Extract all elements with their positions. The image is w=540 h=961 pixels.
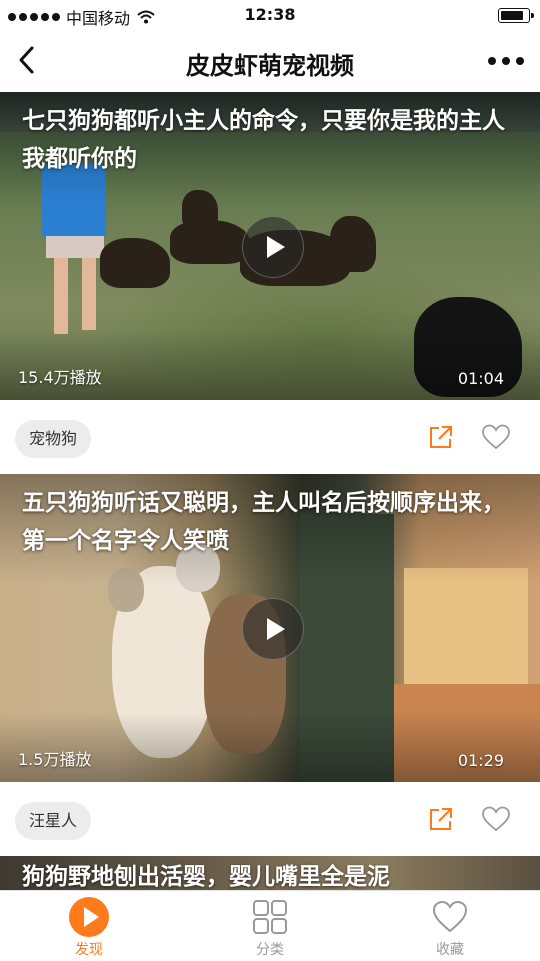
person-legs [54, 252, 68, 334]
page-title: 皮皮虾萌宠视频 [186, 52, 354, 80]
play-circle-icon [69, 897, 109, 937]
video-meta-row: 汪星人 [0, 782, 540, 856]
dog-figure [100, 238, 170, 288]
heart-icon[interactable] [482, 806, 510, 832]
video-card[interactable]: 七只狗狗都听小主人的命令，只要你是我的主人我都听你的 15.4万播放 01:04 [0, 92, 540, 400]
status-bar: 中国移动 12:38 [0, 0, 540, 30]
battery-icon [498, 8, 534, 23]
heart-icon[interactable] [482, 424, 510, 450]
video-title[interactable]: 五只狗狗听话又聪明，主人叫名后按顺序出来，第一个名字令人笑喷 [22, 484, 520, 560]
status-time: 12:38 [244, 5, 296, 24]
play-button[interactable] [242, 598, 304, 660]
play-count: 1.5万播放 [18, 750, 92, 769]
heart-icon [432, 900, 468, 933]
tab-bar: 发现 分类 收藏 [0, 890, 540, 961]
video-duration: 01:29 [457, 751, 504, 770]
video-duration: 01:04 [457, 369, 504, 388]
tab-label: 分类 [256, 942, 284, 958]
play-button[interactable] [242, 216, 304, 278]
category-tag[interactable]: 汪星人 [15, 802, 92, 840]
grid-icon [253, 900, 287, 934]
more-options-button[interactable] [488, 57, 524, 65]
tab-label: 发现 [75, 942, 103, 958]
tab-favorites[interactable]: 收藏 [390, 897, 510, 959]
person-legs [82, 252, 96, 330]
tab-label: 收藏 [436, 942, 464, 958]
video-card[interactable]: 五只狗狗听话又聪明，主人叫名后按顺序出来，第一个名字令人笑喷 1.5万播放 01… [0, 474, 540, 782]
share-icon[interactable] [428, 424, 454, 450]
tab-category[interactable]: 分类 [210, 897, 330, 959]
video-meta-row: 宠物狗 [0, 400, 540, 474]
nav-bar: 皮皮虾萌宠视频 [0, 30, 540, 92]
share-icon[interactable] [428, 806, 454, 832]
tab-discover[interactable]: 发现 [29, 897, 149, 959]
video-title[interactable]: 狗狗野地刨出活婴，婴儿嘴里全是泥 [22, 860, 520, 890]
dog-figure [330, 216, 376, 272]
person-shorts [46, 236, 104, 258]
video-card[interactable]: 狗狗野地刨出活婴，婴儿嘴里全是泥 [0, 856, 540, 890]
category-tag[interactable]: 宠物狗 [15, 420, 92, 458]
video-title[interactable]: 七只狗狗都听小主人的命令，只要你是我的主人我都听你的 [22, 102, 520, 178]
play-count: 15.4万播放 [18, 368, 102, 387]
box-decor [404, 568, 528, 684]
